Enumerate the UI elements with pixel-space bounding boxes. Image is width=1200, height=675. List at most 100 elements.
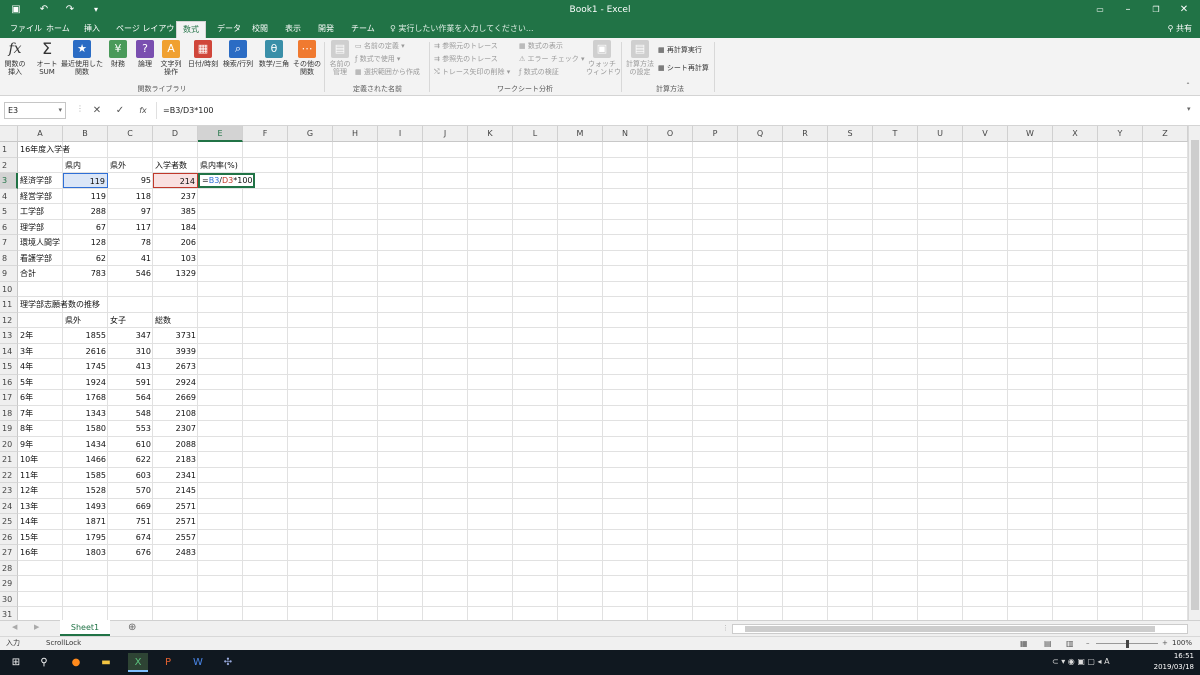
cell-header[interactable]: 女子: [108, 313, 153, 328]
row-header-22[interactable]: 22: [0, 467, 18, 483]
cell-year[interactable]: 16年: [18, 545, 63, 560]
cell-b23[interactable]: 1528: [63, 483, 108, 498]
cell-b4[interactable]: 119: [63, 189, 108, 204]
cell-year[interactable]: 7年: [18, 406, 63, 421]
cell-c3[interactable]: 95: [108, 173, 153, 188]
cell-c20[interactable]: 610: [108, 437, 153, 452]
share-button[interactable]: ⚲ 共有: [1168, 21, 1192, 37]
cell-d15[interactable]: 2673: [153, 359, 198, 374]
cell-c17[interactable]: 564: [108, 390, 153, 405]
cell-c14[interactable]: 310: [108, 344, 153, 359]
row-header-7[interactable]: 7: [0, 235, 18, 251]
cell-b22[interactable]: 1585: [63, 468, 108, 483]
cancel-icon[interactable]: ✕: [89, 102, 105, 119]
row-header-14[interactable]: 14: [0, 343, 18, 359]
cell-c27[interactable]: 676: [108, 545, 153, 560]
cell-d21[interactable]: 2183: [153, 452, 198, 467]
column-header-t[interactable]: T: [873, 126, 918, 142]
cell-b26[interactable]: 1795: [63, 530, 108, 545]
minimize-icon[interactable]: –: [1113, 0, 1143, 20]
column-header-y[interactable]: Y: [1098, 126, 1143, 142]
datetime-button[interactable]: ▦ 日付/時刻: [186, 40, 220, 68]
cell-c8[interactable]: 41: [108, 251, 153, 266]
select-all-corner[interactable]: [0, 126, 18, 142]
cell-d5[interactable]: 385: [153, 204, 198, 219]
column-header-r[interactable]: R: [783, 126, 828, 142]
cell-year[interactable]: 4年: [18, 359, 63, 374]
cell-c25[interactable]: 751: [108, 514, 153, 529]
cell-d25[interactable]: 2571: [153, 514, 198, 529]
cell-a11[interactable]: 理学部志願者数の推移: [18, 297, 158, 312]
cell-year[interactable]: 14年: [18, 514, 63, 529]
cell-faculty[interactable]: 合計: [18, 266, 63, 281]
row-header-13[interactable]: 13: [0, 328, 18, 344]
column-header-v[interactable]: V: [963, 126, 1008, 142]
row-header-31[interactable]: 31: [0, 607, 18, 620]
search-icon[interactable]: ⚲: [34, 653, 54, 672]
cell-faculty[interactable]: 看護学部: [18, 251, 63, 266]
column-header-p[interactable]: P: [693, 126, 738, 142]
cell-d18[interactable]: 2108: [153, 406, 198, 421]
cell-b8[interactable]: 62: [63, 251, 108, 266]
cell-c9[interactable]: 546: [108, 266, 153, 281]
cell-d4[interactable]: 237: [153, 189, 198, 204]
show-formulas-button[interactable]: ▦ 数式の表示: [519, 40, 563, 52]
excel-icon[interactable]: X: [128, 653, 148, 672]
cell-year[interactable]: 11年: [18, 468, 63, 483]
cell-b14[interactable]: 2616: [63, 344, 108, 359]
column-header-m[interactable]: M: [558, 126, 603, 142]
windows-start-icon[interactable]: ⊞: [6, 653, 26, 672]
cell-faculty[interactable]: 経営学部: [18, 189, 63, 204]
column-header-z[interactable]: Z: [1143, 126, 1188, 142]
cell-d16[interactable]: 2924: [153, 375, 198, 390]
cell-b17[interactable]: 1768: [63, 390, 108, 405]
cell-b25[interactable]: 1871: [63, 514, 108, 529]
zoom-slider-handle[interactable]: [1126, 640, 1129, 648]
column-header-d[interactable]: D: [153, 126, 198, 142]
cell-d26[interactable]: 2557: [153, 530, 198, 545]
horizontal-scrollbar[interactable]: [732, 624, 1188, 634]
cell-year[interactable]: 3年: [18, 344, 63, 359]
autosum-button[interactable]: Σ オート SUM: [33, 40, 61, 77]
create-from-selection-button[interactable]: ▦ 選択範囲から作成: [355, 66, 420, 78]
math-trig-button[interactable]: θ 数学/三角: [256, 40, 292, 68]
cell-header[interactable]: 県外: [108, 158, 153, 173]
trace-precedents-button[interactable]: ⇉ 参照元のトレース: [434, 40, 498, 52]
name-box[interactable]: E3 ▾: [4, 102, 66, 119]
cell-b13[interactable]: 1855: [63, 328, 108, 343]
cell-d19[interactable]: 2307: [153, 421, 198, 436]
column-header-b[interactable]: B: [63, 126, 108, 142]
cell-b9[interactable]: 783: [63, 266, 108, 281]
column-header-f[interactable]: F: [243, 126, 288, 142]
calc-now-button[interactable]: ▦ 再計算実行: [658, 44, 702, 56]
evaluate-formula-button[interactable]: ƒ 数式の検証: [519, 66, 559, 78]
financial-button[interactable]: ¥ 財務: [106, 40, 130, 68]
column-header-h[interactable]: H: [333, 126, 378, 142]
row-header-20[interactable]: 20: [0, 436, 18, 452]
cell-b21[interactable]: 1466: [63, 452, 108, 467]
cell-c22[interactable]: 603: [108, 468, 153, 483]
scrollbar-thumb[interactable]: [1191, 140, 1199, 610]
cell-c24[interactable]: 669: [108, 499, 153, 514]
column-header-u[interactable]: U: [918, 126, 963, 142]
lookup-button[interactable]: ⌕ 検索/行列: [221, 40, 255, 68]
vertical-scrollbar[interactable]: [1188, 126, 1200, 620]
cell-header[interactable]: 県内率(%): [198, 158, 246, 173]
cell-b6[interactable]: 67: [63, 220, 108, 235]
calc-options-button[interactable]: ▤ 計算方法 の設定: [624, 40, 656, 76]
tab-formulas[interactable]: 数式: [176, 21, 206, 38]
tab-view[interactable]: 表示: [279, 21, 307, 38]
column-header-l[interactable]: L: [513, 126, 558, 142]
cell-header[interactable]: 入学者数: [153, 158, 198, 173]
cell-c23[interactable]: 570: [108, 483, 153, 498]
tell-me-search[interactable]: ♀ 実行したい作業を入力してください...: [390, 21, 534, 37]
file-explorer-icon[interactable]: ▬: [96, 653, 116, 672]
page-break-view-icon[interactable]: ▥: [1066, 637, 1074, 650]
page-layout-view-icon[interactable]: ▤: [1044, 637, 1052, 650]
row-header-29[interactable]: 29: [0, 576, 18, 592]
tab-review[interactable]: 校閲: [246, 21, 274, 38]
more-functions-button[interactable]: ⋯ その他の 関数: [293, 40, 321, 76]
zoom-in-icon[interactable]: +: [1162, 637, 1168, 650]
cell-c21[interactable]: 622: [108, 452, 153, 467]
cell-year[interactable]: 12年: [18, 483, 63, 498]
